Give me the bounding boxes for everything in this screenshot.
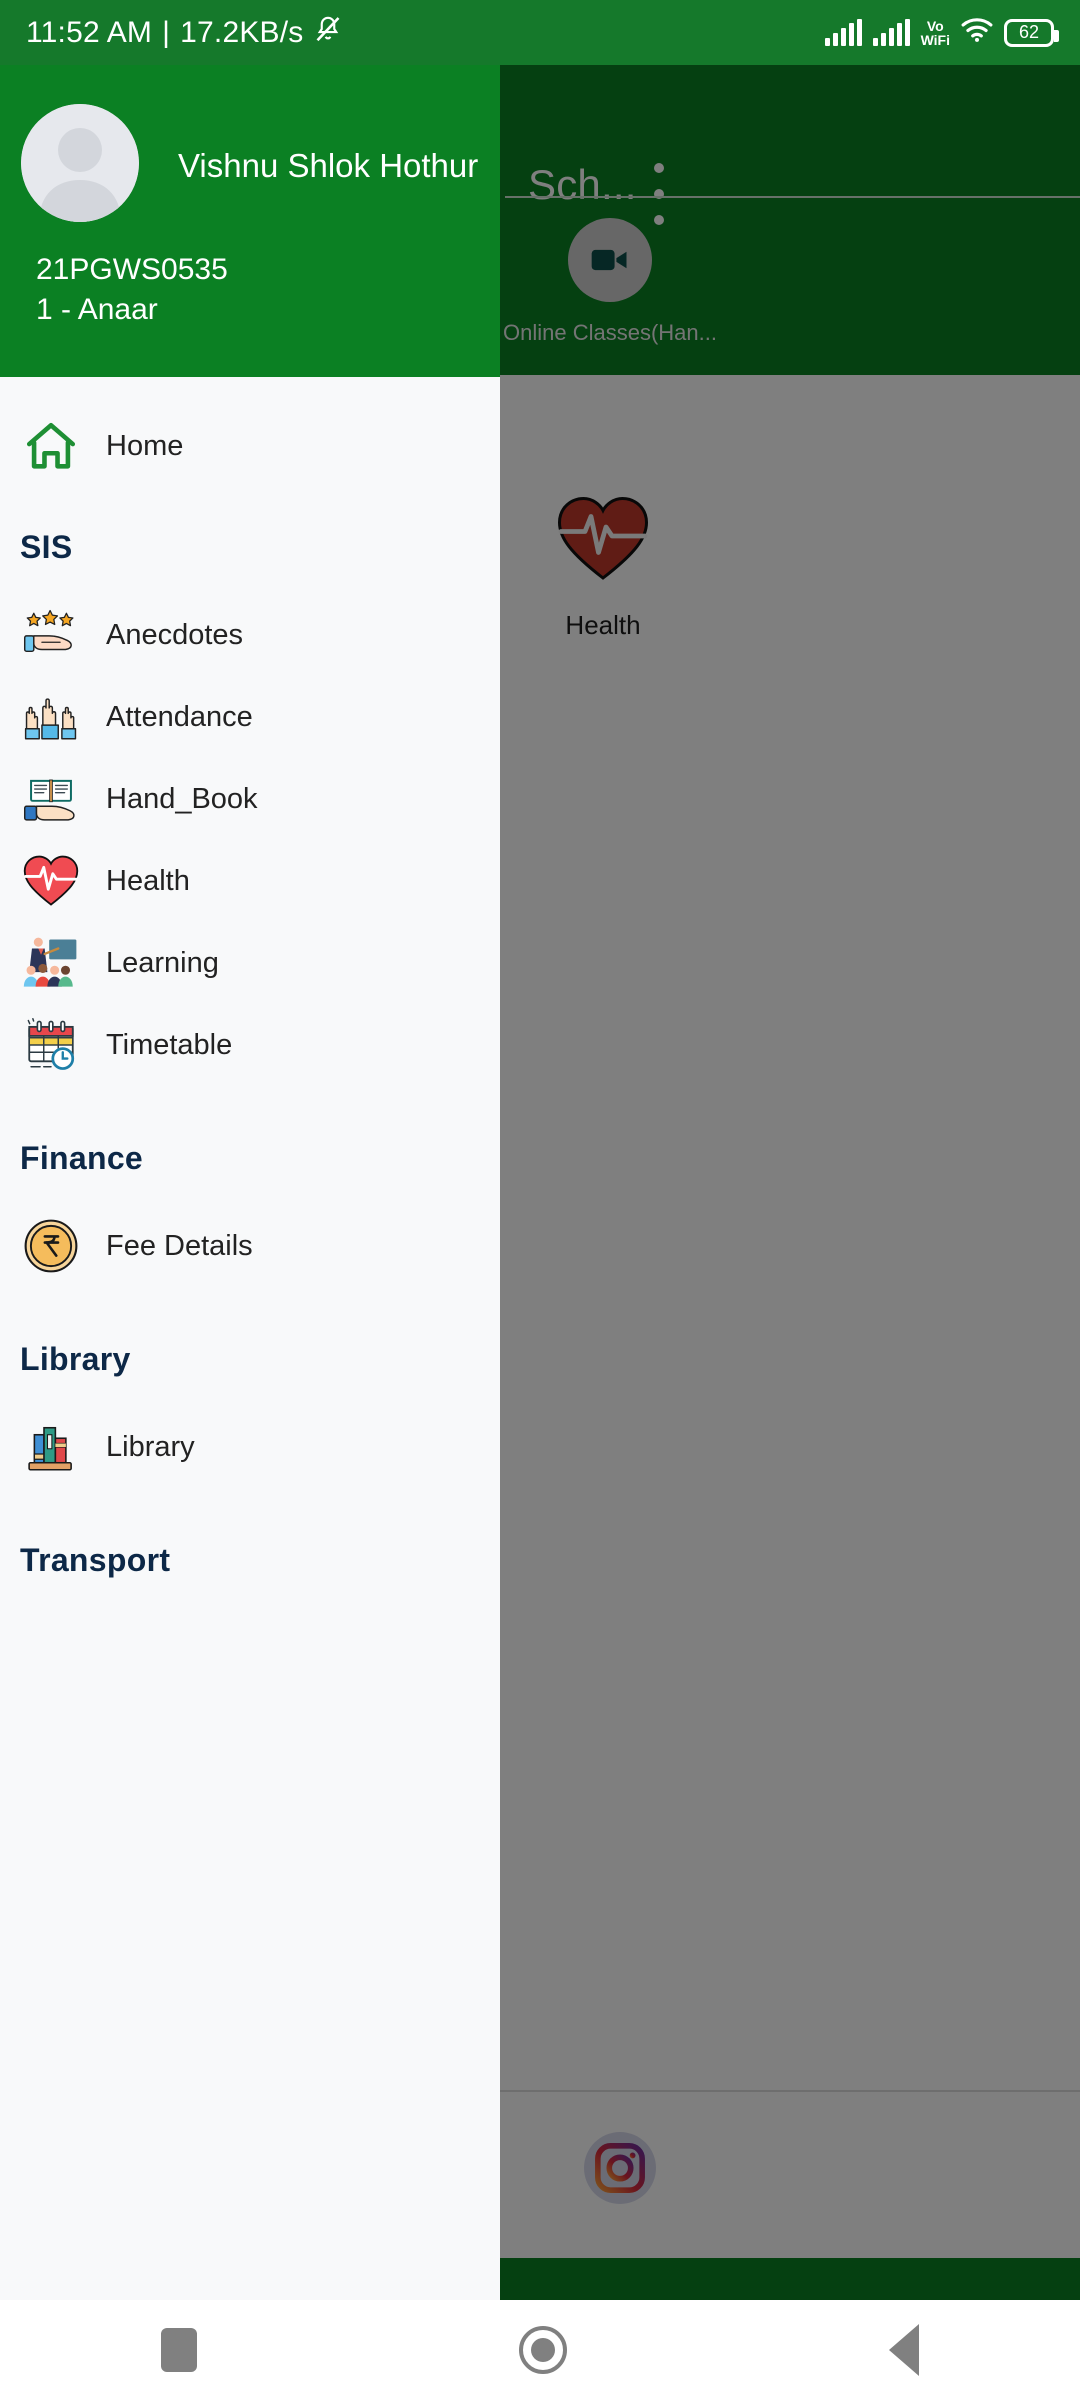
drawer-item-label: Hand_Book [106,782,258,815]
home-circle-icon[interactable] [519,2326,567,2374]
drawer-item-anecdotes[interactable]: Anecdotes [0,594,500,676]
status-separator: | [162,15,171,49]
drawer-item-label: Attendance [106,700,253,733]
status-bar-right: Vo WiFi 62 [824,17,1059,48]
drawer-item-label: Timetable [106,1028,233,1061]
drawer-student-id: 21PGWS0535 [36,253,228,286]
drawer-header: Vishnu Shlok Hothur 21PGWS0535 1 - Anaar [0,65,500,377]
battery-indicator: 62 [1004,18,1059,47]
recents-square-icon[interactable] [161,2328,197,2372]
drawer-item-health[interactable]: Health [0,840,500,922]
status-network-speed: 17.2KB/s [180,15,304,49]
rupee-coin-icon [20,1215,82,1277]
drawer-item-label: Home [106,429,184,462]
drawer-item-label: Library [106,1430,195,1463]
drawer-item-attendance[interactable]: Attendance [0,676,500,758]
system-navigation-bar [0,2300,1080,2400]
drawer-section-transport: Transport [20,1542,171,1578]
battery-level: 62 [1018,22,1040,42]
drawer-section-sis: SIS [20,529,73,565]
volte-label-bottom: WiFi [920,31,950,48]
bell-muted-icon [313,14,343,52]
status-bar-left: 11:52 AM | 17.2KB/s [26,14,343,52]
stars-hand-icon [20,604,82,666]
drawer-menu-list: Home SIS Anecdotes Attendance Hand_Book … [0,377,500,1579]
status-bar: 11:52 AM | 17.2KB/s Vo WiFi 62 [0,0,1080,65]
drawer-item-label: Anecdotes [106,618,244,651]
drawer-profile-name: Vishnu Shlok Hothur [178,147,479,184]
drawer-item-label: Learning [106,946,219,979]
back-triangle-icon[interactable] [889,2324,919,2376]
signal-bars-icon [872,19,910,46]
books-shelf-icon [20,1416,82,1478]
drawer-item-fee-details[interactable]: Fee Details [0,1205,500,1287]
heart-pulse-icon [20,850,82,912]
drawer-item-learning[interactable]: Learning [0,922,500,1004]
drawer-section-finance: Finance [20,1140,144,1176]
raised-hands-icon [20,686,82,748]
wifi-icon [961,17,993,48]
default-avatar-icon[interactable] [21,104,139,222]
status-time: 11:52 AM [26,15,153,49]
teacher-classroom-icon [20,932,82,994]
drawer-item-handbook[interactable]: Hand_Book [0,758,500,840]
drawer-item-label: Health [106,864,190,897]
drawer-section-library: Library [20,1341,131,1377]
calendar-clock-icon [20,1014,82,1076]
navigation-drawer[interactable]: Vishnu Shlok Hothur 21PGWS0535 1 - Anaar… [0,65,500,2300]
book-hand-icon [20,768,82,830]
drawer-student-class: 1 - Anaar [36,293,158,326]
drawer-item-home[interactable]: Home [0,405,500,487]
drawer-item-library[interactable]: Library [0,1406,500,1488]
home-icon [20,415,82,477]
drawer-item-timetable[interactable]: Timetable [0,1004,500,1086]
volte-wifi-icon: Vo WiFi [921,19,950,47]
signal-bars-icon [824,19,862,46]
drawer-item-label: Fee Details [106,1229,253,1262]
